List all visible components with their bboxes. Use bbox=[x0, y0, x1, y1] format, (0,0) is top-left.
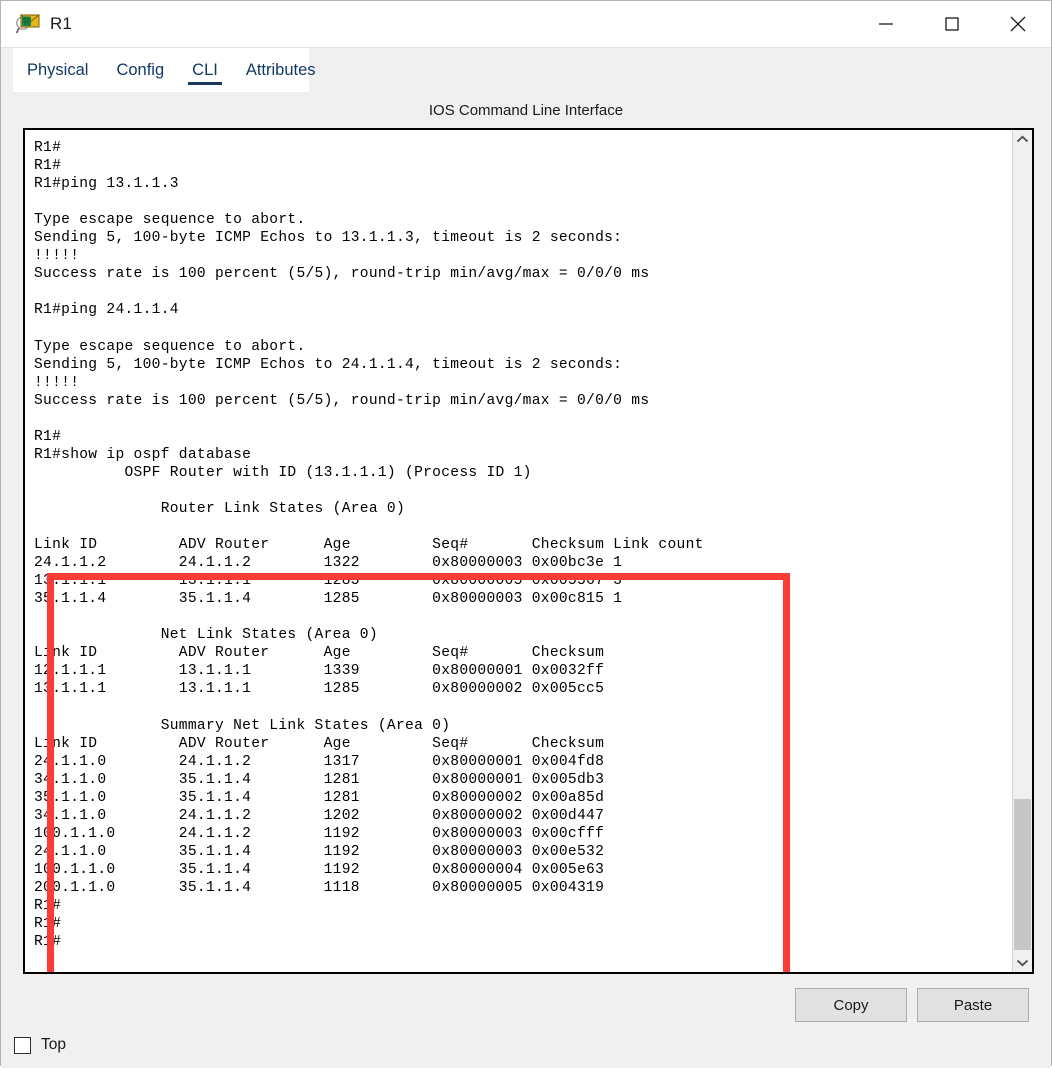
tab-list: Physical Config CLI Attributes bbox=[13, 48, 1051, 92]
terminal-line: R1# bbox=[34, 898, 62, 915]
terminal-line: R1#show ip ospf database bbox=[34, 446, 252, 463]
tab-bar: Physical Config CLI Attributes bbox=[1, 48, 1051, 92]
title-bar-left: R1 bbox=[1, 12, 72, 36]
terminal-line: !!!!! bbox=[34, 248, 80, 265]
tab-physical[interactable]: Physical bbox=[13, 50, 102, 90]
terminal-line: Sending 5, 100-byte ICMP Echos to 13.1.1… bbox=[34, 230, 623, 247]
tab-config[interactable]: Config bbox=[102, 50, 178, 90]
terminal-line: Router Link States (Area 0) bbox=[34, 500, 406, 517]
chevron-up-icon[interactable] bbox=[1013, 130, 1032, 149]
cli-window: R1 Physical Config CLI Attributes IOS Co… bbox=[0, 0, 1052, 1068]
terminal-line: Link ID ADV Router Age Seq# Checksum Lin… bbox=[34, 537, 704, 554]
terminal-line: R1# bbox=[34, 934, 62, 951]
chevron-down-icon[interactable] bbox=[1013, 953, 1032, 972]
tab-config-label: Config bbox=[116, 61, 165, 79]
terminal-line: 35.1.1.0 35.1.1.4 1281 0x80000002 0x00a8… bbox=[34, 789, 605, 806]
terminal-line: Summary Net Link States (Area 0) bbox=[34, 717, 451, 734]
terminal-line: Type escape sequence to abort. bbox=[34, 212, 306, 229]
terminal-line: 24.1.1.0 24.1.1.2 1317 0x80000001 0x004f… bbox=[34, 753, 605, 770]
title-bar: R1 bbox=[1, 1, 1051, 48]
terminal-line: 24.1.1.0 35.1.1.4 1192 0x80000003 0x00e5… bbox=[34, 843, 605, 860]
cli-panel: IOS Command Line Interface R1# R1# R1#ping… bbox=[1, 92, 1051, 1068]
terminal-line: Link ID ADV Router Age Seq# Checksum bbox=[34, 735, 605, 752]
terminal-line: 13.1.1.1 13.1.1.1 1285 0x80000002 0x005c… bbox=[34, 681, 605, 698]
tab-cli[interactable]: CLI bbox=[178, 50, 232, 90]
tab-attributes[interactable]: Attributes bbox=[232, 50, 330, 90]
terminal-line: 200.1.1.0 35.1.1.4 1118 0x80000005 0x004… bbox=[34, 879, 605, 896]
terminal-line: Success rate is 100 percent (5/5), round… bbox=[34, 266, 650, 283]
tab-physical-label: Physical bbox=[27, 61, 89, 79]
scrollbar-thumb[interactable] bbox=[1014, 799, 1031, 950]
minimize-icon[interactable] bbox=[853, 1, 919, 47]
terminal-line: 12.1.1.1 13.1.1.1 1339 0x80000001 0x0032… bbox=[34, 663, 605, 680]
close-icon[interactable] bbox=[985, 1, 1051, 47]
top-checkbox-label: Top bbox=[41, 1036, 66, 1053]
terminal-text: R1# R1# R1#ping 13.1.1.3 Type escape sequen… bbox=[34, 130, 704, 951]
terminal-line: Success rate is 100 percent (5/5), round… bbox=[34, 392, 650, 409]
panel-heading: IOS Command Line Interface bbox=[428, 102, 624, 119]
terminal-line: 34.1.1.0 35.1.1.4 1281 0x80000001 0x005d… bbox=[34, 771, 605, 788]
terminal-line: Type escape sequence to abort. bbox=[34, 338, 306, 355]
terminal-line: R1# bbox=[34, 428, 62, 445]
terminal-line: 34.1.1.0 24.1.1.2 1202 0x80000002 0x00d4… bbox=[34, 807, 605, 824]
copy-button[interactable]: Copy bbox=[795, 988, 907, 1022]
terminal-line: Link ID ADV Router Age Seq# Checksum bbox=[34, 645, 605, 662]
terminal-line: R1# bbox=[34, 916, 62, 933]
terminal-line: OSPF Router with ID (13.1.1.1) (Process … bbox=[34, 464, 532, 481]
terminal-actions: Copy Paste bbox=[1, 974, 1051, 1022]
terminal-line: 35.1.1.4 35.1.1.4 1285 0x80000003 0x00c8… bbox=[34, 591, 623, 608]
terminal-line: 100.1.1.0 35.1.1.4 1192 0x80000004 0x005… bbox=[34, 861, 605, 878]
terminal-line: 24.1.1.2 24.1.1.2 1322 0x80000003 0x00bc… bbox=[34, 555, 623, 572]
window-controls bbox=[853, 1, 1051, 47]
maximize-icon[interactable] bbox=[919, 1, 985, 47]
terminal-line: !!!!! bbox=[34, 374, 80, 391]
tab-cli-label: CLI bbox=[192, 61, 218, 79]
paste-button[interactable]: Paste bbox=[917, 988, 1029, 1022]
footer-bar: Top bbox=[1, 1022, 1051, 1068]
terminal-container: R1# R1# R1#ping 13.1.1.3 Type escape sequen… bbox=[23, 128, 1034, 974]
window-title: R1 bbox=[50, 14, 72, 33]
terminal-line: 13.1.1.1 13.1.1.1 1285 0x80000005 0x0055… bbox=[34, 573, 623, 590]
terminal-line: Sending 5, 100-byte ICMP Echos to 24.1.1… bbox=[34, 356, 623, 373]
tab-attributes-label: Attributes bbox=[245, 61, 316, 79]
top-checkbox[interactable] bbox=[14, 1036, 31, 1054]
terminal-line: R1#ping 13.1.1.3 bbox=[34, 176, 179, 193]
scrollbar-track[interactable] bbox=[1013, 149, 1032, 953]
terminal-line: Net Link States (Area 0) bbox=[34, 627, 378, 644]
terminal-output[interactable]: R1# R1# R1#ping 13.1.1.3 Type escape sequen… bbox=[25, 130, 1012, 972]
terminal-line: 100.1.1.0 24.1.1.2 1192 0x80000003 0x00c… bbox=[34, 825, 605, 842]
terminal-scrollbar[interactable] bbox=[1012, 130, 1032, 972]
terminal-line: R1# bbox=[34, 140, 62, 157]
terminal-line: R1#ping 24.1.1.4 bbox=[34, 302, 179, 319]
terminal-line: R1# bbox=[34, 158, 62, 175]
packet-tracer-router-icon bbox=[15, 12, 41, 36]
